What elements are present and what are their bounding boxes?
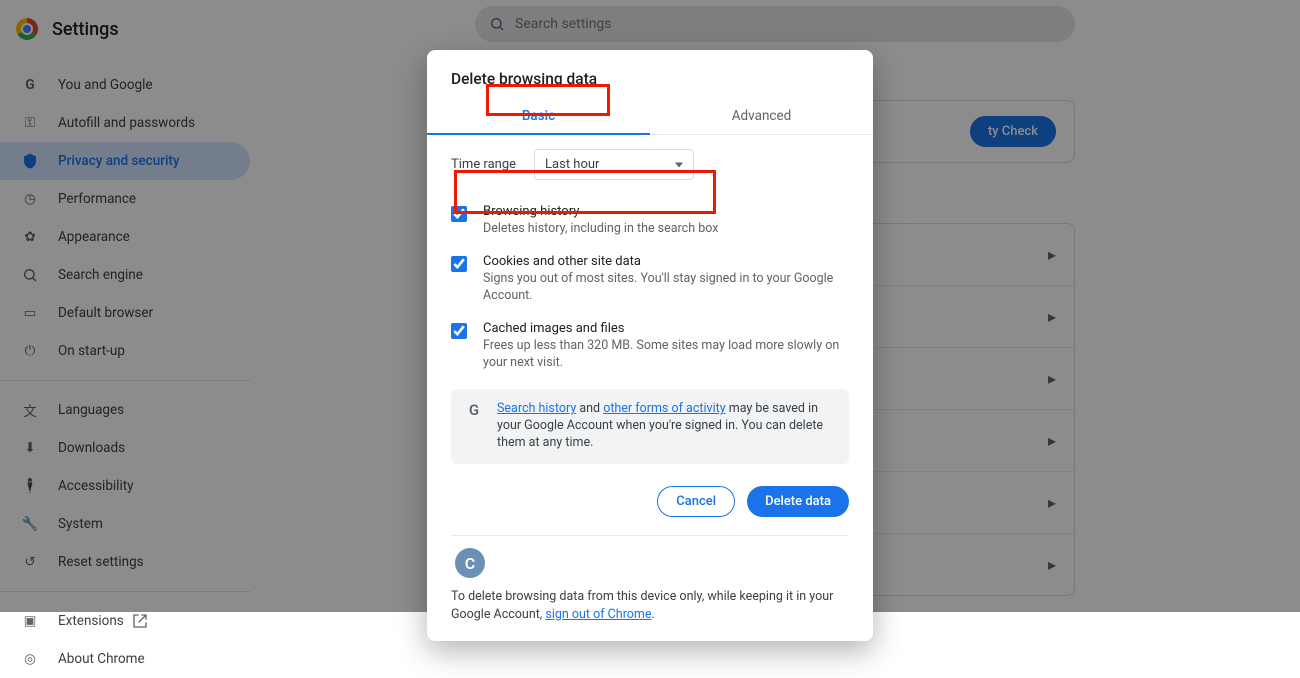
sidebar-item-label: Extensions	[58, 613, 124, 629]
sidebar-nav: GYou and Google ⚿Autofill and passwords …	[0, 48, 250, 678]
appearance-icon: ✿	[20, 227, 40, 247]
page-title: Settings	[52, 19, 119, 40]
avatar: C	[455, 548, 485, 578]
tab-indicator	[427, 133, 650, 135]
search-icon	[20, 265, 40, 285]
accessibility-icon: 🕴	[20, 476, 40, 496]
shield-icon	[20, 151, 40, 171]
account-info-placeholder	[497, 556, 845, 570]
sidebar-item-you-and-google[interactable]: G You and Google	[0, 66, 250, 104]
footer-post: .	[652, 607, 655, 622]
sidebar-item-accessibility[interactable]: 🕴 Accessibility	[0, 467, 250, 505]
option-sub: Deletes history, including in the search…	[483, 221, 718, 238]
system-icon: 🔧	[20, 514, 40, 534]
dialog-title: Delete browsing data	[427, 50, 873, 100]
sidebar-item-label: Search engine	[58, 267, 143, 283]
key-icon: ⚿	[20, 113, 40, 133]
link-other-activity[interactable]: other forms of activity	[603, 401, 725, 416]
dialog-actions: Cancel Delete data	[451, 486, 849, 517]
sidebar-item-label: Accessibility	[58, 478, 134, 494]
time-range-label: Time range	[451, 157, 516, 172]
search-icon	[489, 16, 505, 32]
sidebar-item-appearance[interactable]: ✿ Appearance	[0, 218, 250, 256]
checkbox-cached[interactable]	[451, 323, 467, 339]
delete-data-button[interactable]: Delete data	[747, 486, 849, 517]
open-external-icon	[132, 613, 148, 629]
header: Settings	[0, 10, 250, 48]
sidebar-item-label: About Chrome	[58, 651, 145, 667]
tab-basic[interactable]: Basic	[427, 100, 650, 134]
option-sub: Frees up less than 320 MB. Some sites ma…	[483, 338, 849, 372]
option-title: Cached images and files	[483, 321, 849, 336]
chevron-right-icon: ▸	[1048, 555, 1056, 574]
sidebar-item-search-engine[interactable]: Search engine	[0, 256, 250, 294]
translate-icon: 文	[20, 400, 40, 420]
sidebar-item-performance[interactable]: ◷ Performance	[0, 180, 250, 218]
option-browsing-history[interactable]: Browsing history Deletes history, includ…	[451, 196, 849, 246]
account-strip: C	[451, 535, 849, 578]
sidebar-item-label: System	[58, 516, 103, 532]
search-input[interactable]	[515, 16, 1061, 32]
dialog-tabs: Basic Advanced	[427, 100, 873, 135]
sidebar-item-label: Default browser	[58, 305, 153, 321]
sidebar-item-label: Downloads	[58, 440, 125, 456]
power-icon: ⏻	[20, 341, 40, 361]
google-g-icon: G	[465, 401, 483, 419]
sidebar-item-autofill[interactable]: ⚿ Autofill and passwords	[0, 104, 250, 142]
option-cached[interactable]: Cached images and files Frees up less th…	[451, 313, 849, 380]
sidebar-item-label: On start-up	[58, 343, 125, 359]
dialog-footer-text: To delete browsing data from this device…	[427, 578, 873, 623]
checkbox-cookies[interactable]	[451, 256, 467, 272]
chevron-right-icon: ▸	[1048, 493, 1056, 512]
time-range-select[interactable]: Last hour	[534, 149, 694, 180]
extension-icon: ▣	[20, 611, 40, 631]
option-sub: Signs you out of most sites. You'll stay…	[483, 271, 849, 305]
sidebar-item-label: Performance	[58, 191, 136, 207]
sidebar-item-startup[interactable]: ⏻ On start-up	[0, 332, 250, 370]
chevron-right-icon: ▸	[1048, 369, 1056, 388]
sidebar-item-system[interactable]: 🔧 System	[0, 505, 250, 543]
info-text: and	[576, 401, 603, 416]
tab-advanced[interactable]: Advanced	[650, 100, 873, 134]
sidebar-item-label: Appearance	[58, 229, 130, 245]
sidebar-item-downloads[interactable]: ⬇ Downloads	[0, 429, 250, 467]
chrome-mini-icon: ◎	[20, 649, 40, 669]
sidebar-item-label: Privacy and security	[58, 153, 180, 169]
sidebar-item-about[interactable]: ◎ About Chrome	[0, 640, 250, 678]
search-bar[interactable]	[475, 6, 1075, 42]
reset-icon: ↺	[20, 552, 40, 572]
sidebar-item-default-browser[interactable]: ▭ Default browser	[0, 294, 250, 332]
delete-browsing-data-dialog: Delete browsing data Basic Advanced Time…	[427, 50, 873, 641]
option-cookies[interactable]: Cookies and other site data Signs you ou…	[451, 246, 849, 313]
cancel-button[interactable]: Cancel	[657, 486, 735, 517]
option-title: Browsing history	[483, 204, 718, 219]
browser-icon: ▭	[20, 303, 40, 323]
sidebar-item-privacy-security[interactable]: Privacy and security	[0, 142, 250, 180]
checkbox-browsing-history[interactable]	[451, 206, 467, 222]
sidebar-item-label: You and Google	[58, 77, 153, 93]
speedometer-icon: ◷	[20, 189, 40, 209]
google-g-icon: G	[20, 75, 40, 95]
chevron-right-icon: ▸	[1048, 431, 1056, 450]
download-icon: ⬇	[20, 438, 40, 458]
sidebar-item-label: Autofill and passwords	[58, 115, 195, 131]
sidebar-item-languages[interactable]: 文 Languages	[0, 391, 250, 429]
safety-check-button[interactable]: ty Check	[970, 116, 1056, 147]
time-range-row: Time range Last hour	[451, 149, 849, 180]
sidebar-item-extensions[interactable]: ▣ Extensions	[0, 602, 250, 640]
sidebar: Settings G You and Google ⚿ Autofill and p…	[0, 0, 250, 612]
sidebar-item-label: Languages	[58, 402, 124, 418]
time-range-value: Last hour	[545, 157, 599, 172]
chevron-right-icon: ▸	[1048, 307, 1056, 326]
sidebar-item-label: Reset settings	[58, 554, 144, 570]
google-account-info: G Search history and other forms of acti…	[451, 389, 849, 464]
chevron-right-icon: ▸	[1048, 245, 1056, 264]
link-sign-out[interactable]: sign out of Chrome	[545, 607, 651, 622]
sidebar-item-reset[interactable]: ↺ Reset settings	[0, 543, 250, 581]
option-title: Cookies and other site data	[483, 254, 849, 269]
link-search-history[interactable]: Search history	[497, 401, 576, 416]
chrome-logo-icon	[16, 18, 38, 40]
